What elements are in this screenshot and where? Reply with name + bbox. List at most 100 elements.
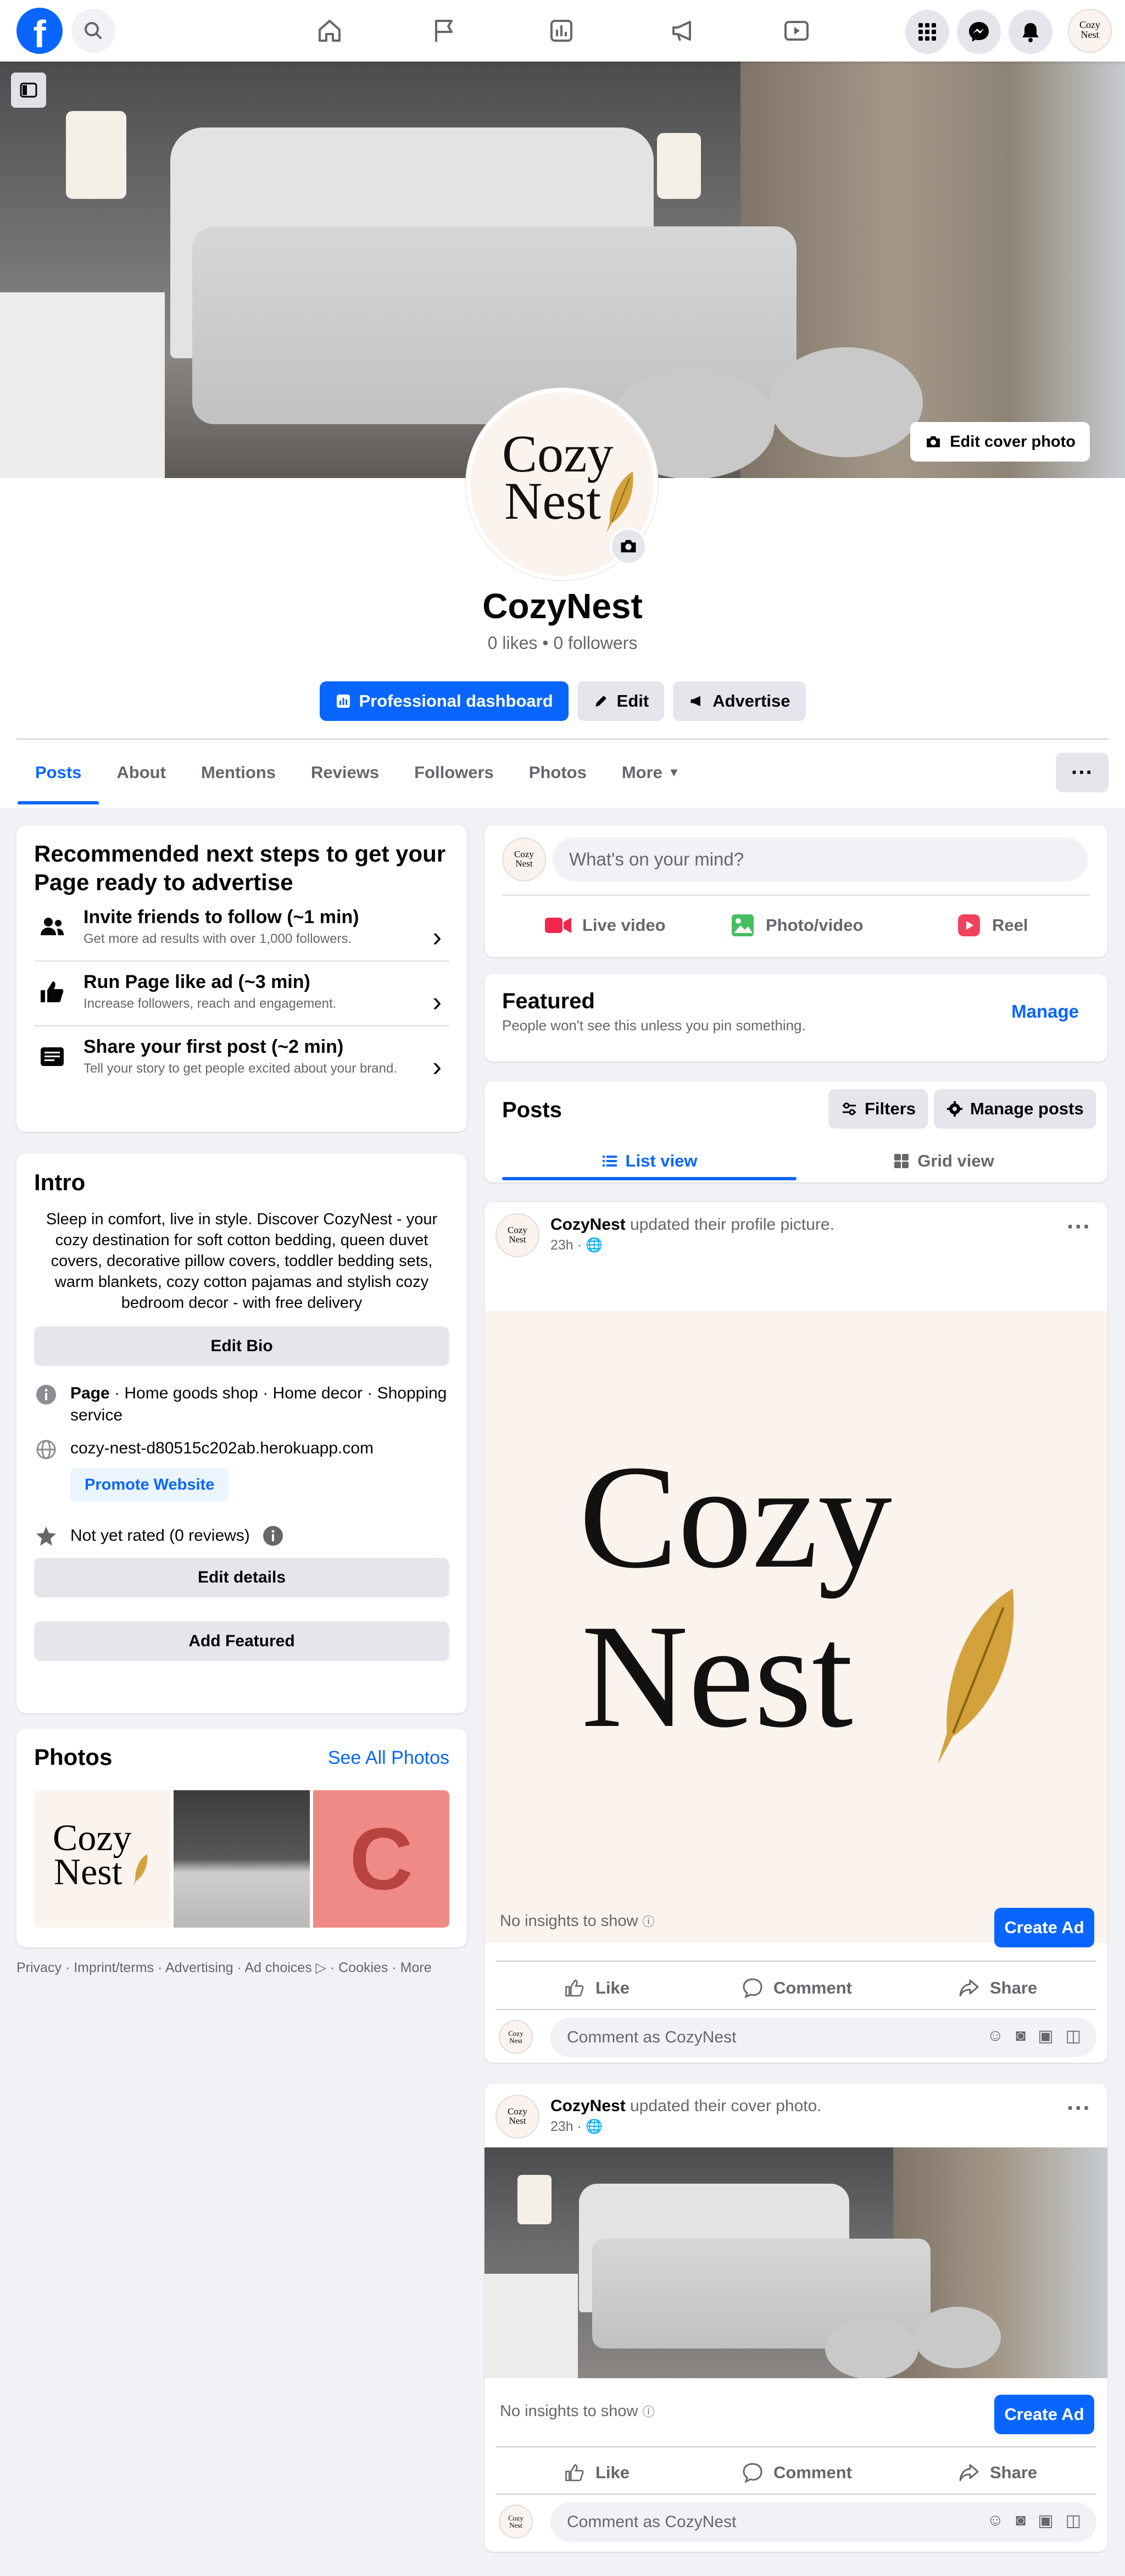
comment-input[interactable]: Comment as CozyNest ☺ ◙ ▣ ◫	[550, 2502, 1096, 2542]
sidebar-toggle-button[interactable]	[11, 73, 46, 108]
tab-followers[interactable]: Followers	[397, 741, 511, 804]
photo-thumb-logo[interactable]: Cozy Nest	[34, 1790, 170, 1928]
photo-video-button[interactable]: Photo/video	[729, 902, 863, 948]
globe-icon: 🌐	[585, 1237, 603, 1253]
post-options-button[interactable]: ···	[1067, 1213, 1091, 1241]
share-icon	[959, 2464, 979, 2481]
post-author-name[interactable]: CozyNest	[550, 1215, 626, 1234]
edit-bio-button[interactable]: Edit Bio	[34, 1326, 449, 1366]
share-label: Share	[990, 1978, 1038, 1997]
post-image-cover[interactable]	[484, 2147, 1107, 2378]
search-button[interactable]	[71, 9, 115, 53]
nav-home-button[interactable]	[310, 13, 349, 48]
grid-view-tab[interactable]: Grid view	[797, 1142, 1091, 1180]
comment-tools: ☺ ◙ ▣ ◫	[987, 2511, 1081, 2530]
megaphone-icon	[690, 696, 701, 707]
post-author-avatar[interactable]: Cozy Nest	[495, 2095, 539, 2139]
manage-posts-label: Manage posts	[970, 1099, 1084, 1118]
footer-privacy-link[interactable]: Privacy	[16, 1960, 62, 1975]
post-timestamp[interactable]: 23h · 🌐	[550, 2119, 603, 2135]
post-action-text: updated their profile picture.	[625, 1215, 834, 1234]
footer-adchoices-link[interactable]: Ad choices	[244, 1960, 311, 1975]
like-button[interactable]: Like	[564, 1968, 630, 2008]
nav-ads-button[interactable]	[664, 13, 703, 48]
tab-more[interactable]: More ▼	[604, 741, 698, 804]
like-button[interactable]: Like	[564, 2453, 630, 2492]
step-invite-friends[interactable]: Invite friends to follow (~1 min) Get mo…	[34, 907, 449, 962]
professional-dashboard-button[interactable]: Professional dashboard	[319, 681, 569, 721]
sticker-icon[interactable]: ◫	[1066, 2511, 1081, 2530]
tab-photos[interactable]: Photos	[511, 741, 604, 804]
edit-page-button[interactable]: Edit	[577, 681, 665, 721]
step-run-ad[interactable]: Run Page like ad (~3 min) Increase follo…	[34, 971, 449, 1026]
comment-input[interactable]: Comment as CozyNest ☺ ◙ ▣ ◫	[550, 2018, 1096, 2057]
share-button[interactable]: Share	[958, 2453, 1037, 2492]
post-image-line2: Nest	[581, 1594, 853, 1758]
manage-posts-button[interactable]: Manage posts	[934, 1089, 1096, 1129]
reel-button[interactable]: Reel	[956, 902, 1028, 948]
filters-button[interactable]: Filters	[828, 1089, 928, 1129]
comment-button[interactable]: Comment	[742, 1968, 852, 2008]
list-view-tab[interactable]: List view	[502, 1142, 797, 1180]
rating-text: Not yet rated (0 reviews)	[70, 1526, 250, 1545]
nav-insights-button[interactable]	[542, 13, 581, 48]
tab-mentions[interactable]: Mentions	[183, 741, 293, 804]
edit-cover-photo-button[interactable]: Edit cover photo	[910, 422, 1090, 462]
footer-imprint-link[interactable]: Imprint/terms	[74, 1960, 154, 1975]
facebook-logo[interactable]: f	[16, 8, 63, 54]
globe-icon: 🌐	[585, 2119, 603, 2134]
website-link[interactable]: cozy-nest-d80515c202ab.herokuapp.com	[70, 1437, 374, 1462]
footer-more-link[interactable]: More	[400, 1960, 432, 1975]
comment-button[interactable]: Comment	[742, 2453, 852, 2492]
advertise-button[interactable]: Advertise	[673, 681, 806, 721]
comment-placeholder: Comment as CozyNest	[567, 2513, 737, 2531]
account-avatar[interactable]: Cozy Nest	[1068, 9, 1112, 53]
photo-thumb-letter[interactable]: C	[313, 1790, 449, 1928]
info-icon[interactable]	[262, 1525, 284, 1547]
featured-card: Featured People won't see this unless yo…	[484, 974, 1107, 1062]
see-all-photos-link[interactable]: See All Photos	[328, 1747, 449, 1769]
post-author-avatar[interactable]: Cozy Nest	[495, 1213, 539, 1257]
step-title: Share your first post (~2 min)	[83, 1036, 344, 1057]
create-ad-button[interactable]: Create Ad	[994, 1908, 1094, 1947]
tab-reviews[interactable]: Reviews	[293, 741, 397, 804]
composer-input[interactable]: What's on your mind?	[553, 837, 1088, 881]
emoji-icon[interactable]: ☺	[987, 2511, 1004, 2530]
comment-avatar: Cozy Nest	[499, 2505, 533, 2539]
live-video-button[interactable]: Live video	[544, 902, 666, 948]
post-options-button[interactable]: ···	[1067, 2095, 1091, 2122]
comment-icon	[743, 2463, 762, 2483]
update-profile-picture-button[interactable]	[610, 528, 647, 565]
step-share-post[interactable]: Share your first post (~2 min) Tell your…	[34, 1036, 449, 1091]
gif-icon[interactable]: ▣	[1038, 2027, 1053, 2046]
more-options-button[interactable]: ···	[1056, 753, 1109, 792]
manage-featured-link[interactable]: Manage	[1011, 1001, 1079, 1022]
add-featured-button[interactable]: Add Featured	[34, 1622, 449, 1661]
camera-icon[interactable]: ◙	[1016, 2511, 1026, 2530]
camera-icon[interactable]: ◙	[1016, 2027, 1026, 2046]
messenger-button[interactable]	[957, 10, 1001, 54]
notifications-button[interactable]	[1009, 10, 1052, 54]
share-button[interactable]: Share	[958, 1968, 1037, 2008]
tab-posts[interactable]: Posts	[18, 741, 99, 804]
photo-thumb-bedroom[interactable]	[174, 1790, 310, 1928]
emoji-icon[interactable]: ☺	[987, 2027, 1004, 2046]
post-author-name[interactable]: CozyNest	[550, 2097, 626, 2115]
post-image-logo[interactable]: Cozy Nest	[484, 1311, 1107, 1943]
ad-choices-icon: ▷	[315, 1960, 326, 1975]
footer-advertising-link[interactable]: Advertising	[165, 1960, 233, 1975]
nav-video-button[interactable]	[777, 13, 816, 48]
nav-pages-button[interactable]	[424, 13, 464, 48]
gif-icon[interactable]: ▣	[1038, 2511, 1053, 2530]
footer-cookies-link[interactable]: Cookies	[338, 1960, 388, 1975]
tab-about[interactable]: About	[99, 741, 183, 804]
edit-details-button[interactable]: Edit details	[34, 1558, 449, 1597]
menu-button[interactable]	[905, 10, 949, 54]
live-video-icon	[545, 918, 571, 933]
create-ad-button[interactable]: Create Ad	[994, 2395, 1094, 2434]
recommended-steps-card: Recommended next steps to get your Page …	[16, 825, 467, 1132]
sticker-icon[interactable]: ◫	[1066, 2027, 1081, 2046]
post-header-text: CozyNest updated their cover photo.	[550, 2097, 822, 2116]
promote-website-button[interactable]: Promote Website	[70, 1468, 229, 1502]
post-timestamp[interactable]: 23h · 🌐	[550, 1237, 603, 1253]
